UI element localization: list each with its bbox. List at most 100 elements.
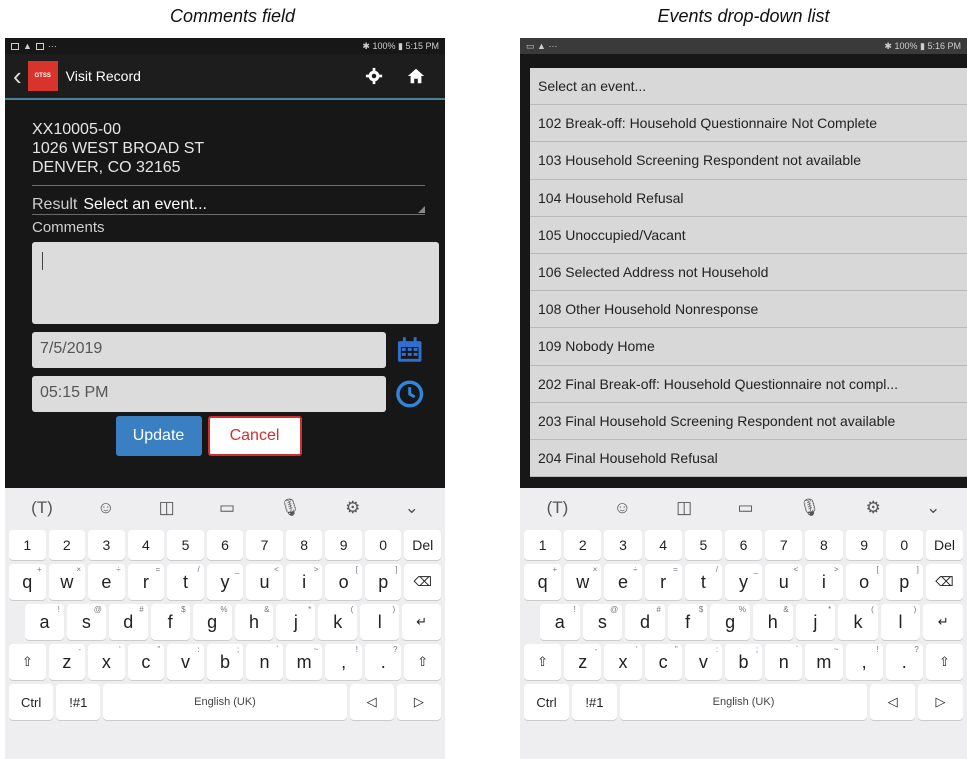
- number-key[interactable]: 2: [564, 530, 602, 560]
- letter-key[interactable]: z-: [48, 644, 86, 680]
- delete-key[interactable]: Del: [404, 530, 442, 560]
- letter-key[interactable]: y _: [206, 564, 244, 600]
- letter-key[interactable]: e ÷: [88, 564, 125, 600]
- event-option[interactable]: 108 Other Household Nonresponse: [530, 291, 967, 329]
- letter-key[interactable]: k(: [318, 604, 358, 640]
- date-field[interactable]: 7/5/2019: [32, 332, 386, 368]
- event-option[interactable]: 102 Break-off: Household Questionnaire N…: [530, 105, 967, 143]
- letter-key[interactable]: h &: [752, 604, 793, 640]
- letter-key[interactable]: i >: [285, 564, 323, 600]
- letter-key[interactable]: x ': [604, 644, 642, 680]
- enter-icon[interactable]: ↵: [923, 604, 963, 640]
- number-key[interactable]: 0: [885, 530, 923, 560]
- ctrl-key[interactable]: Ctrl: [524, 684, 569, 720]
- event-option[interactable]: Select an event...: [530, 68, 967, 106]
- sticker-icon[interactable]: ◫: [159, 498, 175, 518]
- gear-icon[interactable]: [365, 67, 383, 85]
- letter-key[interactable]: q +: [524, 564, 562, 600]
- number-key[interactable]: 7: [246, 530, 283, 560]
- shift-icon[interactable]: ⇧: [404, 644, 442, 680]
- letter-key[interactable]: o[: [325, 564, 362, 600]
- letter-key[interactable]: t /: [684, 564, 722, 600]
- letter-key[interactable]: q +: [9, 564, 46, 600]
- event-option[interactable]: 105 Unoccupied/Vacant: [530, 217, 967, 254]
- letter-key[interactable]: k(: [838, 604, 878, 640]
- letter-key[interactable]: f $: [667, 604, 708, 640]
- number-key[interactable]: 7: [765, 530, 803, 560]
- number-key[interactable]: 9: [325, 530, 362, 560]
- letter-key[interactable]: r =: [127, 564, 165, 600]
- letter-key[interactable]: u <: [765, 564, 803, 600]
- backspace-icon[interactable]: ⌫: [404, 564, 442, 600]
- number-key[interactable]: 6: [206, 530, 244, 560]
- letter-key[interactable]: d #: [108, 604, 148, 640]
- shift-icon[interactable]: ⇧: [9, 644, 46, 680]
- ctrl-key[interactable]: Ctrl: [9, 684, 54, 720]
- number-key[interactable]: 5: [167, 530, 204, 560]
- number-key[interactable]: 1: [524, 530, 562, 560]
- letter-key[interactable]: l): [880, 604, 921, 640]
- number-key[interactable]: 3: [604, 530, 642, 560]
- letter-key[interactable]: v:: [684, 644, 722, 680]
- number-key[interactable]: 4: [644, 530, 682, 560]
- letter-key[interactable]: r =: [644, 564, 682, 600]
- event-option[interactable]: 203 Final Household Screening Respondent…: [530, 403, 967, 440]
- letter-key[interactable]: .?: [885, 644, 923, 680]
- back-icon[interactable]: ‹: [13, 63, 22, 89]
- number-key[interactable]: 3: [88, 530, 125, 560]
- chevron-down-icon[interactable]: ⌄: [405, 498, 419, 518]
- letter-key[interactable]: g%: [710, 604, 750, 640]
- letter-key[interactable]: e ÷: [604, 564, 642, 600]
- letter-key[interactable]: g%: [192, 604, 232, 640]
- backspace-icon[interactable]: ⌫: [925, 564, 964, 600]
- microphone-icon[interactable]: 🎙︎: [799, 498, 821, 518]
- home-icon[interactable]: [407, 67, 425, 85]
- result-select[interactable]: Result Select an event...: [32, 196, 425, 215]
- clock-icon[interactable]: [394, 378, 425, 410]
- event-option[interactable]: 109 Nobody Home: [530, 328, 967, 366]
- settings-icon[interactable]: ⚙︎: [866, 498, 881, 518]
- letter-key[interactable]: p]: [364, 564, 402, 600]
- symbols-key[interactable]: !#1: [56, 684, 101, 720]
- calendar-icon[interactable]: [394, 334, 425, 366]
- arrow-left-icon[interactable]: ◁: [870, 684, 916, 720]
- space-key[interactable]: English (UK): [619, 684, 868, 720]
- letter-key[interactable]: .?: [364, 644, 402, 680]
- letter-key[interactable]: ,!: [325, 644, 362, 680]
- gif-icon[interactable]: ▭: [737, 498, 753, 518]
- arrow-right-icon[interactable]: ▷: [918, 684, 964, 720]
- update-button[interactable]: Update: [115, 416, 202, 456]
- letter-key[interactable]: j *: [795, 604, 836, 640]
- sticker-icon[interactable]: ◫: [676, 498, 692, 518]
- letter-key[interactable]: p]: [885, 564, 923, 600]
- letter-key[interactable]: w ×: [48, 564, 86, 600]
- letter-key[interactable]: a!: [540, 604, 580, 640]
- chevron-down-icon[interactable]: ⌄: [926, 498, 940, 518]
- number-key[interactable]: 6: [724, 530, 763, 560]
- letter-key[interactable]: a!: [25, 604, 64, 640]
- letter-key[interactable]: b;: [206, 644, 244, 680]
- space-key[interactable]: English (UK): [103, 684, 347, 720]
- comments-input[interactable]: [32, 242, 439, 324]
- emoji-icon[interactable]: ☺: [614, 498, 631, 518]
- letter-key[interactable]: c ": [644, 644, 682, 680]
- letter-key[interactable]: w ×: [564, 564, 602, 600]
- letter-key[interactable]: ,!: [845, 644, 883, 680]
- letter-key[interactable]: h &: [234, 604, 274, 640]
- letter-key[interactable]: s @: [66, 604, 106, 640]
- emoji-icon[interactable]: ☺: [97, 498, 114, 518]
- letter-key[interactable]: d #: [625, 604, 665, 640]
- event-option[interactable]: 103 Household Screening Respondent not a…: [530, 142, 967, 180]
- letter-key[interactable]: o[: [845, 564, 883, 600]
- arrow-right-icon[interactable]: ▷: [396, 684, 441, 720]
- letter-key[interactable]: i >: [805, 564, 843, 600]
- shift-icon[interactable]: ⇧: [925, 644, 964, 680]
- number-key[interactable]: 8: [285, 530, 323, 560]
- number-key[interactable]: 0: [364, 530, 402, 560]
- letter-key[interactable]: u <: [246, 564, 283, 600]
- letter-key[interactable]: s @: [582, 604, 623, 640]
- letter-key[interactable]: c ": [127, 644, 165, 680]
- settings-icon[interactable]: ⚙︎: [345, 498, 360, 518]
- enter-icon[interactable]: ↵: [402, 604, 442, 640]
- delete-key[interactable]: Del: [925, 530, 964, 560]
